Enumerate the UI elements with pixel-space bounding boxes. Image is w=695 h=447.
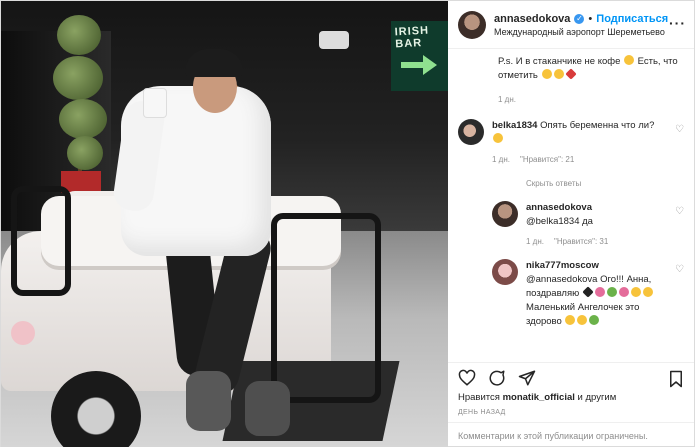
grin-emoji-icon xyxy=(624,55,635,65)
share-icon[interactable] xyxy=(518,369,536,387)
comment-time[interactable]: 1 дн. xyxy=(492,153,510,167)
caption-text: P.s. И в стаканчике не кофе xyxy=(498,56,621,67)
comment-text: Опять беременна что ли? xyxy=(540,120,655,131)
arrow-sign-icon xyxy=(401,55,437,75)
security-camera xyxy=(319,31,349,49)
author-username[interactable]: annasedokova xyxy=(494,13,570,25)
post-caption: P.s. И в стаканчике не кофе Есть, что от… xyxy=(458,55,684,83)
comment-meta: 1 дн. "Нравится": 21 xyxy=(492,153,684,167)
header-line: annasedokova ✓ • Подписаться xyxy=(494,13,668,25)
comments-limited-notice: Комментарии к этой публикации ограничены… xyxy=(448,422,694,447)
post-modal: IRISH BAR annasedokova ✓ • Подписаться М… xyxy=(0,0,695,447)
cart-rail xyxy=(271,213,381,403)
comment-time[interactable]: 1 дн. xyxy=(526,235,544,249)
verified-badge-icon: ✓ xyxy=(574,13,585,24)
plant-foliage xyxy=(53,56,103,100)
plant-foliage xyxy=(57,15,101,55)
pray-emoji-icon xyxy=(577,315,588,325)
reply-comment: nika777moscow @annasedokova Ого!!! Анна,… xyxy=(492,259,684,329)
person-cap xyxy=(185,49,243,77)
like-heart-icon[interactable]: ♡ xyxy=(675,123,684,137)
comment-body: nika777moscow @annasedokova Ого!!! Анна,… xyxy=(526,259,684,329)
black-heart-emoji-icon xyxy=(582,286,594,298)
bouquet-emoji-icon xyxy=(630,287,641,297)
comment-username[interactable]: nika777moscow xyxy=(526,260,599,271)
header-text: annasedokova ✓ • Подписаться Международн… xyxy=(494,13,668,37)
angel-emoji-icon xyxy=(642,287,653,297)
location-link[interactable]: Международный аэропорт Шереметьево xyxy=(494,27,668,37)
caption-meta: 1 дн. xyxy=(498,93,684,107)
sparkles-emoji-icon xyxy=(589,315,600,325)
like-heart-icon[interactable]: ♡ xyxy=(675,263,684,277)
comment-meta: 1 дн. "Нравится": 31 xyxy=(526,235,684,249)
tulip-emoji-icon xyxy=(594,287,605,297)
laugh-emoji-icon xyxy=(553,69,564,79)
ellipsis-icon[interactable]: ··· xyxy=(669,15,686,31)
comment-username[interactable]: annasedokova xyxy=(526,202,592,213)
cart-logo xyxy=(11,321,35,345)
separator-dot: • xyxy=(588,12,593,25)
heart-emoji-icon xyxy=(564,68,577,80)
bookmark-icon[interactable] xyxy=(668,370,684,388)
comment: belka1834 Опять беременна что ли? ♡ xyxy=(458,119,684,147)
comment-body: belka1834 Опять беременна что ли? xyxy=(492,119,684,147)
follow-button[interactable]: Подписаться xyxy=(596,13,668,25)
paper-cup xyxy=(144,89,166,117)
hide-replies-button[interactable]: Скрыть ответы xyxy=(526,177,684,191)
likes-user[interactable]: monatik_official xyxy=(503,392,575,403)
tulip-emoji-icon xyxy=(618,287,629,297)
avatar[interactable] xyxy=(492,201,518,227)
smile-emoji-icon xyxy=(565,315,576,325)
comment-body: annasedokova @belka1834 да xyxy=(526,201,684,229)
comment-username[interactable]: belka1834 xyxy=(492,120,537,131)
likes-summary: Нравится monatik_official и другим xyxy=(448,392,694,407)
smile-emoji-icon xyxy=(541,69,552,79)
likes-suffix: и другим xyxy=(574,392,617,403)
bar-sign-text: IRISH BAR xyxy=(394,24,430,51)
see-no-evil-emoji-icon xyxy=(493,133,503,143)
person-shoe xyxy=(186,371,231,431)
comment-likes[interactable]: "Нравится": 31 xyxy=(554,235,608,249)
action-bar xyxy=(448,362,694,392)
post-header: annasedokova ✓ • Подписаться Международн… xyxy=(448,1,694,49)
cart-rail xyxy=(11,186,71,296)
caption-time[interactable]: 1 дн. xyxy=(498,93,516,107)
tulip-emoji-icon xyxy=(606,287,617,297)
post-sidebar: annasedokova ✓ • Подписаться Международн… xyxy=(448,1,694,447)
heart-icon[interactable] xyxy=(458,369,476,387)
person-shoe xyxy=(245,381,290,436)
post-date[interactable]: ДЕНЬ НАЗАД xyxy=(448,407,694,422)
post-photo[interactable]: IRISH BAR xyxy=(1,1,448,447)
comments-list[interactable]: P.s. И в стаканчике не кофе Есть, что от… xyxy=(448,49,694,362)
reply-comment: annasedokova @belka1834 да ♡ xyxy=(492,201,684,229)
avatar[interactable] xyxy=(458,119,484,145)
comment-text: @belka1834 да xyxy=(526,216,593,227)
like-heart-icon[interactable]: ♡ xyxy=(675,205,684,219)
comment-likes[interactable]: "Нравится": 21 xyxy=(520,153,574,167)
plant-foliage xyxy=(67,136,103,170)
avatar[interactable] xyxy=(492,259,518,285)
comment-icon[interactable] xyxy=(488,369,506,387)
plant-foliage xyxy=(59,99,107,139)
avatar[interactable] xyxy=(458,10,486,39)
likes-prefix: Нравится xyxy=(458,392,503,403)
